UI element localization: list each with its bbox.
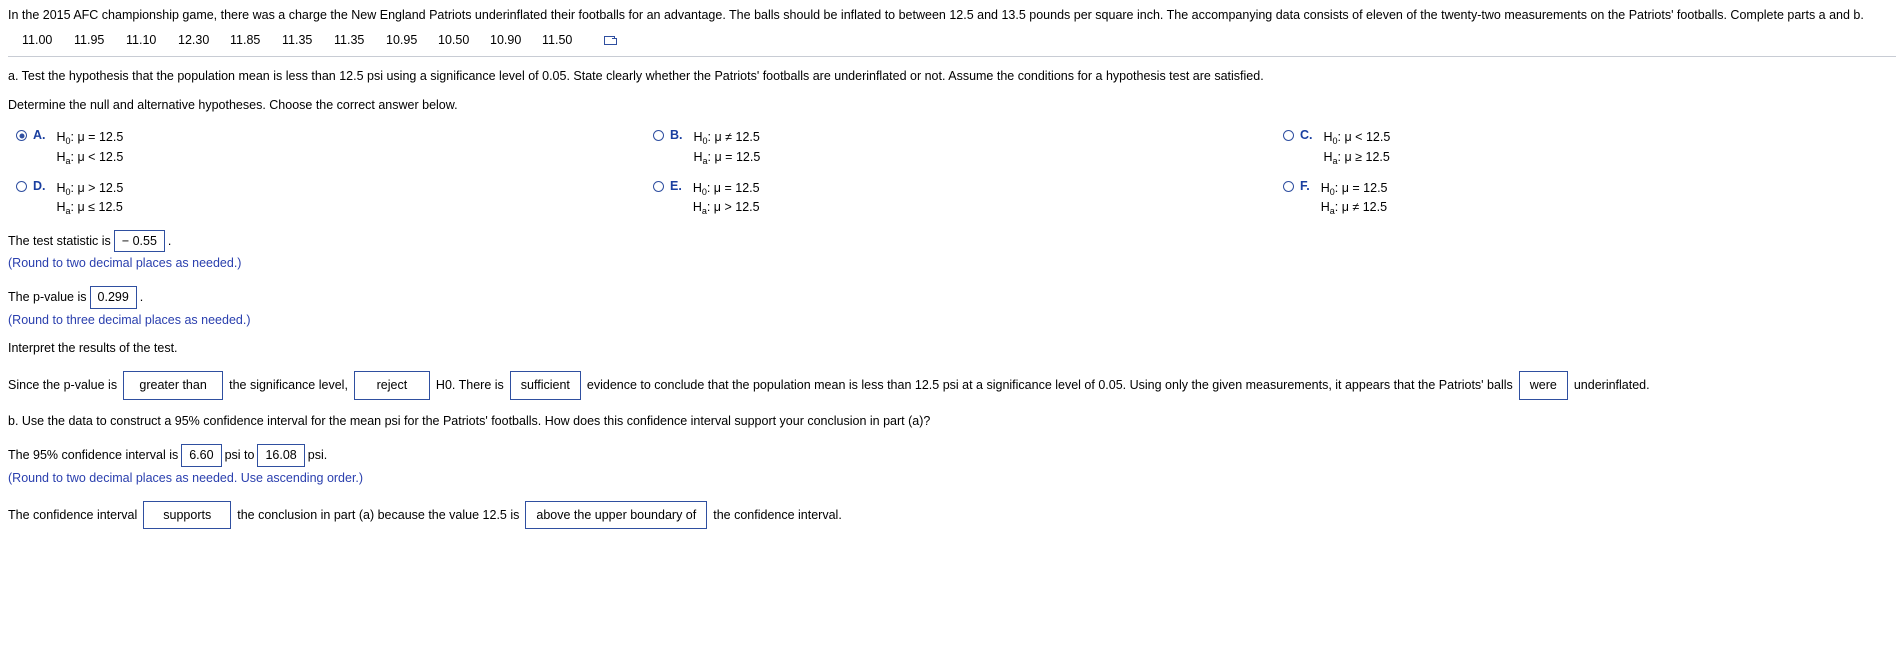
ci-text-2: psi to: [224, 447, 255, 462]
choice-b-text: H0: μ ≠ 12.5 Ha: μ = 12.5: [694, 128, 761, 167]
ci-upper-input[interactable]: 16.08: [257, 443, 305, 467]
conclusion-text-2: the significance level,: [229, 378, 348, 393]
choice-option-b[interactable]: B. H0: μ ≠ 12.5 Ha: μ = 12.5: [653, 128, 1283, 167]
part-a-question: a. Test the hypothesis that the populati…: [8, 69, 1264, 84]
test-statistic-row: The test statistic is − 0.55 .: [8, 229, 1896, 253]
radio-b[interactable]: [653, 130, 664, 142]
conclusion-row: Since the p-value is greater than the si…: [8, 371, 1896, 400]
data-value: 11.95: [74, 33, 105, 48]
p-value-input[interactable]: 0.299: [89, 286, 137, 310]
choice-letter-a: A.: [33, 128, 46, 143]
test-statistic-input[interactable]: − 0.55: [113, 229, 165, 253]
ci-lower-input[interactable]: 6.60: [181, 443, 222, 467]
choice-a-null: H0: μ = 12.5: [56, 130, 124, 147]
data-value: 11.50: [542, 33, 573, 48]
data-value: 11.10: [126, 33, 157, 48]
choice-d-text: H0: μ > 12.5 Ha: μ ≤ 12.5: [57, 179, 124, 218]
choice-c-alt: Ha: μ ≥ 12.5: [1323, 149, 1390, 166]
choice-b-null: H0: μ ≠ 12.5: [693, 130, 760, 147]
p-value-hint: (Round to three decimal places as needed…: [8, 313, 251, 328]
choice-d-null: H0: μ > 12.5: [56, 180, 124, 197]
choice-e-text: H0: μ = 12.5 Ha: μ > 12.5: [693, 179, 760, 218]
test-statistic-hint: (Round to two decimal places as needed.): [8, 256, 242, 271]
problem-statement: In the 2015 AFC championship game, there…: [8, 8, 1864, 22]
data-value: 10.50: [438, 33, 470, 48]
choice-letter-c: C.: [1300, 128, 1313, 143]
ci-text-1: The 95% confidence interval is: [8, 447, 179, 462]
conclusion-select-evidence[interactable]: sufficient: [509, 371, 581, 400]
radio-d[interactable]: [16, 180, 27, 192]
problem-page: In the 2015 AFC championship game, there…: [0, 0, 1904, 530]
data-value: 12.30: [178, 33, 210, 48]
divider: [8, 56, 1896, 58]
copy-to-clipboard-icon[interactable]: [604, 34, 618, 46]
p-value-label: The p-value is: [8, 290, 87, 305]
data-value: 11.35: [282, 33, 313, 48]
choice-e-null: H0: μ = 12.5: [692, 180, 760, 197]
choice-a-alt: Ha: μ < 12.5: [56, 149, 124, 166]
ci-text-3: psi.: [307, 447, 328, 462]
support-row: The confidence interval supports the con…: [8, 500, 1896, 530]
interpret-prompt: Interpret the results of the test.: [8, 341, 178, 356]
conclusion-text-5: underinflated.: [1573, 378, 1650, 393]
radio-a[interactable]: [16, 130, 27, 142]
data-value: 10.90: [490, 33, 522, 48]
choice-option-c[interactable]: C. H0: μ < 12.5 Ha: μ ≥ 12.5: [1283, 128, 1883, 167]
ci-hint: (Round to two decimal places as needed. …: [8, 470, 364, 485]
choice-c-text: H0: μ < 12.5 Ha: μ ≥ 12.5: [1324, 128, 1391, 167]
conclusion-select-comparison[interactable]: greater than: [123, 371, 224, 400]
support-text-3: the confidence interval.: [713, 507, 842, 522]
conclusion-text-3: H0. There is: [435, 378, 504, 393]
choice-letter-d: D.: [33, 178, 46, 193]
choice-letter-e: E.: [670, 178, 682, 193]
data-value: 10.95: [386, 33, 418, 48]
hypothesis-choice-group: A. H0: μ = 12.5 Ha: μ < 12.5 B. H0: μ ≠ …: [8, 128, 1896, 218]
data-values-row: 11.00 11.95 11.10 12.30 11.85 11.35 11.3…: [8, 33, 1896, 47]
choice-d-alt: Ha: μ ≤ 12.5: [56, 200, 123, 217]
part-b-question: b. Use the data to construct a 95% confi…: [8, 413, 931, 428]
data-value: 11.35: [334, 33, 365, 48]
radio-f[interactable]: [1283, 180, 1294, 192]
confidence-interval-row: The 95% confidence interval is 6.60 psi …: [8, 443, 1896, 467]
choice-option-e[interactable]: E. H0: μ = 12.5 Ha: μ > 12.5: [653, 179, 1283, 218]
choice-c-null: H0: μ < 12.5: [1323, 130, 1391, 147]
choice-a-text: H0: μ = 12.5 Ha: μ < 12.5: [57, 128, 124, 167]
choice-option-f[interactable]: F. H0: μ = 12.5 Ha: μ ≠ 12.5: [1283, 179, 1883, 218]
copy-icon-back: [612, 38, 617, 46]
conclusion-select-decision[interactable]: reject: [353, 371, 430, 400]
choice-row-2: D. H0: μ > 12.5 Ha: μ ≤ 12.5 E. H0: μ = …: [8, 179, 1896, 218]
choice-f-null: H0: μ = 12.5: [1320, 180, 1388, 197]
data-value: 11.00: [22, 33, 53, 48]
test-statistic-period: .: [167, 233, 172, 248]
conclusion-text-1: Since the p-value is: [8, 378, 118, 393]
choice-letter-f: F.: [1300, 178, 1310, 193]
choice-e-alt: Ha: μ > 12.5: [692, 200, 760, 217]
support-select-position[interactable]: above the upper boundary of: [525, 500, 708, 530]
choice-option-a[interactable]: A. H0: μ = 12.5 Ha: μ < 12.5: [8, 128, 653, 167]
test-statistic-label: The test statistic is: [8, 233, 111, 248]
p-value-period: .: [139, 290, 144, 305]
radio-c[interactable]: [1283, 130, 1294, 142]
choice-letter-b: B.: [670, 128, 683, 143]
data-value: 11.85: [230, 33, 261, 48]
conclusion-select-were[interactable]: were: [1518, 371, 1568, 400]
choice-f-text: H0: μ = 12.5 Ha: μ ≠ 12.5: [1321, 179, 1388, 218]
choice-b-alt: Ha: μ = 12.5: [693, 149, 761, 166]
p-value-row: The p-value is 0.299 .: [8, 286, 1896, 310]
support-select-verb[interactable]: supports: [143, 500, 232, 530]
part-a-instruction: Determine the null and alternative hypot…: [8, 97, 458, 112]
conclusion-text-4: evidence to conclude that the population…: [586, 378, 1513, 393]
support-text-2: the conclusion in part (a) because the v…: [237, 507, 520, 522]
radio-e[interactable]: [653, 180, 664, 192]
choice-option-d[interactable]: D. H0: μ > 12.5 Ha: μ ≤ 12.5: [8, 179, 653, 218]
support-text-1: The confidence interval: [8, 507, 138, 522]
choice-f-alt: Ha: μ ≠ 12.5: [1320, 200, 1388, 217]
choice-row-1: A. H0: μ = 12.5 Ha: μ < 12.5 B. H0: μ ≠ …: [8, 128, 1896, 167]
